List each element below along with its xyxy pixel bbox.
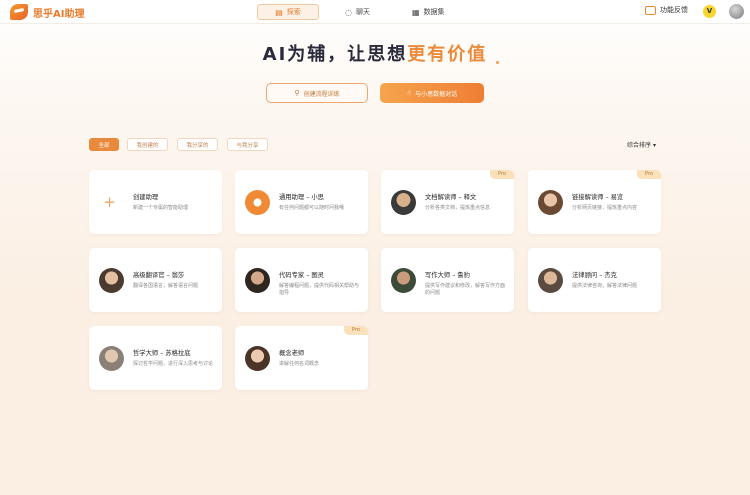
card-document-reader[interactable]: Pro 文档解读师 – 释文 分析各类文档，提炼重点信息 xyxy=(381,170,514,234)
chat-bot-label: 与小思数据对话 xyxy=(415,90,458,98)
card-desc: 提供写作建议和修改，解答写作方面的问题 xyxy=(425,283,506,296)
card-general-assistant[interactable]: 通用助理 – 小思 有任何问题都可以随时问我哦 xyxy=(235,170,368,234)
card-name: 法律顾问 – 杰克 xyxy=(572,272,617,279)
sort-label: 综合排序 xyxy=(627,142,652,149)
filter-shared-with-me[interactable]: 与我分享 xyxy=(227,138,268,151)
card-desc: 探讨哲学问题，进行深入思考与讨论 xyxy=(133,361,214,367)
pro-badge: Pro xyxy=(344,326,368,335)
avatar xyxy=(391,268,416,293)
card-create-assistant[interactable]: + 创建助理 新建一个专属的智能助理 xyxy=(89,170,222,234)
chat-bot-button[interactable]: ☝ 与小思数据对话 xyxy=(380,83,484,103)
tab-dataset-label: 数据集 xyxy=(423,8,445,16)
feedback-button[interactable]: 功能反馈 xyxy=(645,5,688,15)
hero-title-prefix: AI为辅，让思想 xyxy=(262,44,408,65)
card-name: 链接解读师 – 易览 xyxy=(572,194,624,201)
vip-badge[interactable]: V xyxy=(703,5,716,18)
chat-icon: ◌ xyxy=(345,7,352,17)
card-desc: 翻译各国语言，解答语言问题 xyxy=(133,283,199,289)
tab-dataset[interactable]: ▦ 数据集 xyxy=(404,4,453,20)
card-desc: 分析网页链接，提炼重点内容 xyxy=(572,205,638,211)
card-name: 哲学大师 – 苏格拉底 xyxy=(133,350,191,357)
card-name: 高级翻译官 – 翁莎 xyxy=(133,272,185,279)
caret-down-icon: ▾ xyxy=(652,142,656,149)
hero-title-highlight: 更有价值 xyxy=(407,44,488,65)
card-desc: 有任何问题都可以随时问我哦 xyxy=(279,205,345,211)
filter-all[interactable]: 全部 xyxy=(89,138,119,151)
avatar xyxy=(245,346,270,371)
avatar xyxy=(99,268,124,293)
filter-mine[interactable]: 我创建的 xyxy=(127,138,168,151)
card-desc: 分析各类文档，提炼重点信息 xyxy=(425,205,491,211)
hand-icon: ☝ xyxy=(406,89,412,97)
card-translator[interactable]: 高级翻译官 – 翁莎 翻译各国语言，解答语言问题 xyxy=(89,248,222,312)
avatar xyxy=(391,190,416,215)
card-name: 写作大师 – 鲁豹 xyxy=(425,272,470,279)
card-philosopher[interactable]: 哲学大师 – 苏格拉底 探讨哲学问题，进行深入思考与讨论 xyxy=(89,326,222,390)
card-writing-master[interactable]: 写作大师 – 鲁豹 提供写作建议和修改，解答写作方面的问题 xyxy=(381,248,514,312)
tab-chat[interactable]: ◌ 聊天 xyxy=(337,4,378,20)
logo[interactable]: 思乎AI助理 xyxy=(10,4,84,20)
card-name: 代码专家 – 图灵 xyxy=(279,272,324,279)
tab-chat-label: 聊天 xyxy=(355,8,370,16)
decorative-dot xyxy=(496,61,499,64)
card-code-expert[interactable]: 代码专家 – 图灵 解答编程问题，提供代码相关帮助与指导 xyxy=(235,248,368,312)
pro-badge: Pro xyxy=(637,170,661,179)
card-concept-teacher[interactable]: Pro 概念老师 讲解任何名词概念 xyxy=(235,326,368,390)
avatar xyxy=(538,268,563,293)
sort-dropdown[interactable]: 综合排序 ▾ xyxy=(627,140,656,149)
card-desc: 新建一个专属的智能助理 xyxy=(133,205,189,211)
card-name: 文档解读师 – 释文 xyxy=(425,194,477,201)
logo-icon xyxy=(10,4,28,20)
avatar xyxy=(99,346,124,371)
feedback-icon xyxy=(645,5,656,15)
avatar xyxy=(245,268,270,293)
hero-title: AI为辅，让思想更有价值 xyxy=(0,40,750,66)
plus-icon: + xyxy=(103,193,116,211)
top-navigation-bar: 思乎AI助理 ▤ 探索 ◌ 聊天 ▦ 数据集 功能反馈 V xyxy=(0,0,750,24)
location-pin-icon: ⚲ xyxy=(294,89,300,97)
tab-explore[interactable]: ▤ 探索 xyxy=(257,4,319,20)
create-flow-button[interactable]: ⚲ 创建流程训练 xyxy=(266,83,368,103)
filter-shared-by-me[interactable]: 我分享的 xyxy=(177,138,218,151)
user-avatar[interactable] xyxy=(729,4,744,19)
avatar xyxy=(538,190,563,215)
tab-explore-label: 探索 xyxy=(286,8,301,16)
card-name: 创建助理 xyxy=(133,194,159,201)
assistant-logo-avatar xyxy=(245,190,270,215)
create-flow-label: 创建流程训练 xyxy=(303,90,340,98)
card-name: 通用助理 – 小思 xyxy=(279,194,324,201)
card-name: 概念老师 xyxy=(279,350,305,357)
card-legal-advisor[interactable]: 法律顾问 – 杰克 提供法律咨询，解答法律问题 xyxy=(528,248,661,312)
feedback-label: 功能反馈 xyxy=(660,6,688,14)
card-desc: 讲解任何名词概念 xyxy=(279,361,320,367)
card-desc: 提供法律咨询，解答法律问题 xyxy=(572,283,638,289)
pro-badge: Pro xyxy=(490,170,514,179)
card-desc: 解答编程问题，提供代码相关帮助与指导 xyxy=(279,283,360,296)
database-icon: ▦ xyxy=(412,7,420,17)
logo-text: 思乎AI助理 xyxy=(33,8,85,20)
card-link-reader[interactable]: Pro 链接解读师 – 易览 分析网页链接，提炼重点内容 xyxy=(528,170,661,234)
explore-icon: ▤ xyxy=(275,7,283,17)
